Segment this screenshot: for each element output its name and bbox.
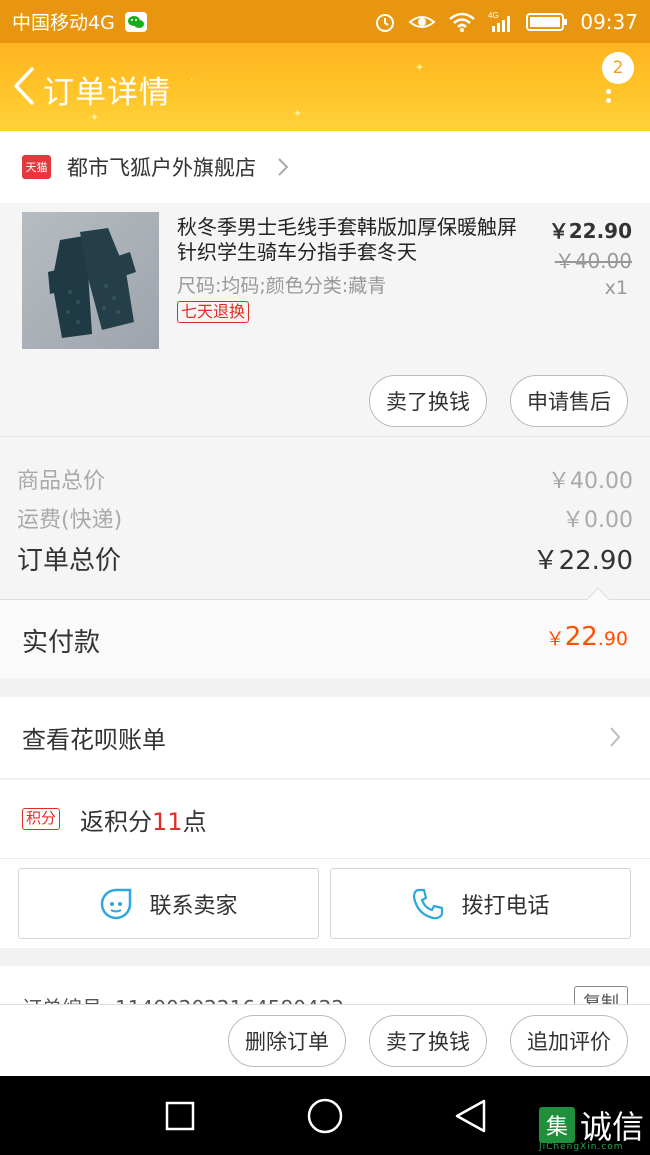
shop-name: 都市飞狐户外旗舰店 [67, 156, 256, 180]
contact-row: 联系卖家 拨打电话 [0, 858, 650, 948]
clock: 09:37 [580, 9, 638, 34]
phone-icon [413, 888, 444, 919]
chevron-right-icon [610, 727, 621, 747]
eye-icon [408, 12, 436, 32]
delete-order-button[interactable]: 删除订单 [228, 1015, 346, 1067]
battery-icon [526, 12, 568, 32]
watermark-logo: 集 [538, 1107, 575, 1143]
points-prefix: 返积分 [80, 807, 153, 836]
paid-amount: ￥22.90 [546, 622, 628, 652]
shipping-row: 运费(快递) ￥0.00 [17, 502, 633, 534]
back-nav-icon[interactable] [453, 1098, 487, 1134]
page-title: 订单详情 [43, 75, 171, 111]
price-summary: 商品总价 ￥40.00 运费(快递) ￥0.00 订单总价 ￥22.90 [0, 436, 650, 599]
resell-bottom-button[interactable]: 卖了换钱 [369, 1015, 487, 1067]
contact-seller-button[interactable]: 联系卖家 [18, 868, 319, 939]
huabei-label: 查看花呗账单 [22, 726, 166, 754]
call-phone-label: 拨打电话 [461, 893, 550, 919]
home-icon[interactable] [306, 1097, 344, 1135]
chevron-right-icon [278, 158, 289, 176]
return-policy-tag: 七天退换 [177, 301, 250, 323]
after-sales-button[interactable]: 申请售后 [510, 375, 628, 427]
back-arrow-icon[interactable] [10, 65, 40, 107]
more-menu-icon[interactable] [604, 89, 612, 105]
product-thumbnail[interactable] [22, 212, 159, 349]
network-label: 4G [488, 11, 499, 20]
points-row: 积分 返积分11点 [0, 780, 650, 858]
bottom-action-bar: 删除订单 卖了换钱 追加评价 [0, 1004, 650, 1076]
chat-bubble-icon [101, 888, 132, 919]
product-spec: 尺码:均码;颜色分类:藏青 [177, 275, 387, 297]
points-text: 返积分11点 [80, 802, 207, 837]
order-info: 订单编号: 114002022164580422 复制 [0, 966, 650, 1006]
points-suffix: 点 [182, 807, 207, 836]
points-badge: 积分 [22, 808, 61, 830]
watermark-url: JiChengXin.com [538, 1142, 624, 1152]
wechat-icon [124, 11, 147, 32]
system-nav-bar: 集 诚信 JiChengXin.com [0, 1076, 650, 1155]
paid-currency: ￥ [545, 628, 565, 650]
product-price: ￥22.90 [548, 219, 632, 243]
alarm-icon [374, 11, 396, 33]
product-original-price: ￥40.00 [554, 249, 632, 273]
recent-apps-icon[interactable] [165, 1101, 195, 1131]
paid-label: 实付款 [22, 628, 101, 658]
signal-icon: 4G [488, 10, 514, 34]
order-total-row: 订单总价 ￥22.90 [17, 540, 633, 577]
nav-bar: ✦ ✦ ✦ · 订单详情 2 [0, 43, 650, 131]
paid-amount-int: 22 [564, 622, 598, 652]
status-bar: 中国移动4G 4G 09:37 [0, 0, 650, 43]
paid-amount-row: 实付款 ￥22.90 [0, 587, 650, 678]
product-title: 秋冬季男士毛线手套韩版加厚保暖触屏针织学生骑车分指手套冬天 [177, 215, 517, 264]
subtotal-label: 商品总价 [17, 469, 106, 494]
contact-seller-label: 联系卖家 [149, 893, 238, 919]
resell-button[interactable]: 卖了换钱 [369, 375, 487, 427]
tmall-badge: 天猫 [22, 155, 51, 179]
wifi-icon [448, 11, 476, 33]
paid-amount-dec: .90 [597, 628, 628, 650]
carrier-label: 中国移动4G [12, 12, 115, 34]
shipping-value: ￥0.00 [562, 508, 633, 533]
copy-button[interactable]: 复制 [574, 986, 628, 1006]
points-count: 11 [152, 807, 183, 836]
huabei-bill-row[interactable]: 查看花呗账单 [0, 697, 650, 779]
call-phone-button[interactable]: 拨打电话 [330, 868, 631, 939]
add-review-button[interactable]: 追加评价 [510, 1015, 628, 1067]
order-total-value: ￥22.90 [532, 546, 633, 576]
subtotal-row: 商品总价 ￥40.00 [17, 463, 633, 495]
product-quantity: x1 [604, 277, 628, 299]
shop-row[interactable]: 天猫 都市飞狐户外旗舰店 [0, 131, 650, 203]
subtotal-value: ￥40.00 [548, 469, 633, 494]
watermark: 集 诚信 JiChengXin.com [538, 1102, 644, 1152]
order-total-label: 订单总价 [17, 546, 122, 576]
product-card[interactable]: 秋冬季男士毛线手套韩版加厚保暖触屏针织学生骑车分指手套冬天 尺码:均码;颜色分类… [0, 203, 650, 436]
shipping-label: 运费(快递) [17, 508, 123, 533]
message-count-badge[interactable]: 2 [602, 52, 634, 84]
